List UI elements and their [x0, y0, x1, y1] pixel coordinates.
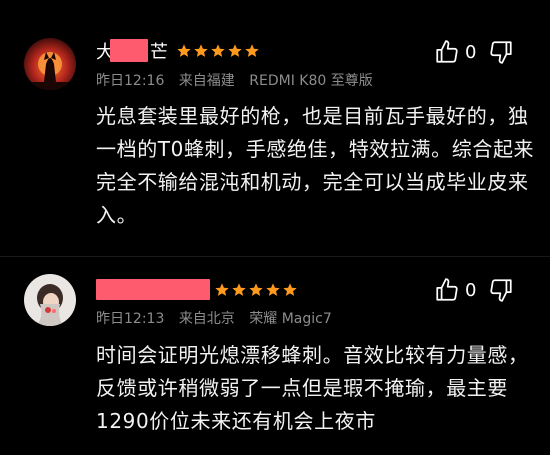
star-icon [283, 283, 297, 296]
comment-meta: 昨日12:13 来自北京 荣耀 Magic7 [96, 308, 342, 328]
comment-item: 大芒 昨日12:16 来自福建 REDMI K80 至尊版 0 光息套装里最好的… [0, 0, 550, 256]
redaction-block [110, 39, 148, 62]
star-icon [215, 283, 229, 296]
comment-item: 昨日12:13 来自北京 荣耀 Magic7 0 时间会证明光熄漂移蜂刺。音效比… [0, 256, 550, 455]
star-icon [211, 44, 225, 57]
like-count: 0 [465, 41, 477, 63]
thumb-up-icon[interactable] [434, 39, 460, 65]
username-row: 大芒 [96, 38, 260, 64]
avatar[interactable] [24, 38, 76, 90]
thumb-down-icon[interactable] [488, 277, 514, 303]
thumb-up-icon[interactable] [434, 277, 460, 303]
star-rating [176, 43, 260, 59]
star-icon [177, 44, 191, 57]
comment-time: 昨日12:16 [96, 73, 165, 89]
star-icon [249, 283, 263, 296]
username[interactable]: 大芒 [96, 38, 168, 64]
like-count: 0 [465, 279, 477, 301]
username[interactable] [96, 278, 212, 302]
username-row [96, 277, 298, 303]
vote-controls: 0 [434, 39, 514, 65]
vote-controls: 0 [434, 277, 514, 303]
star-icon [266, 283, 280, 296]
star-icon [228, 44, 242, 57]
username-suffix: 芒 [150, 42, 168, 63]
redaction-block [96, 279, 210, 300]
comment-device: REDMI K80 至尊版 [249, 73, 373, 89]
star-rating [214, 282, 298, 298]
comment-time: 昨日12:13 [96, 311, 165, 327]
star-icon [232, 283, 246, 296]
star-icon [194, 44, 208, 57]
comment-location: 来自福建 [178, 73, 235, 89]
comment-device: 荣耀 Magic7 [249, 311, 332, 327]
star-icon [245, 44, 259, 57]
avatar[interactable] [24, 274, 76, 326]
comment-text: 时间会证明光熄漂移蜂刺。音效比较有力量感，反馈或许稍微弱了一点但是瑕不掩瑜，最主… [96, 343, 529, 433]
thumb-down-icon[interactable] [488, 39, 514, 65]
comment-text: 光息套装里最好的枪，也是目前瓦手最好的，独一档的T0蜂刺，手感绝佳，特效拉满。综… [96, 104, 535, 227]
comment-meta: 昨日12:16 来自福建 REDMI K80 至尊版 [96, 70, 383, 90]
comment-location: 来自北京 [178, 311, 235, 327]
